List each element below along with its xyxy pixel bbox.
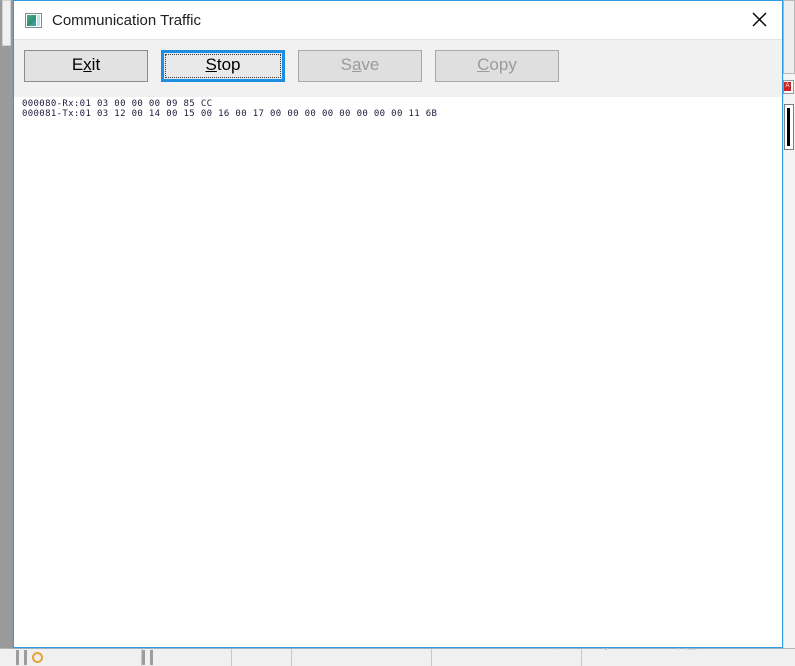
background-status-bar (0, 648, 795, 666)
status-bar-divider (16, 650, 19, 665)
copy-button-accelerator: C (477, 55, 490, 74)
window-icon-stripe (37, 14, 40, 26)
background-right-panel (782, 0, 795, 648)
window-title-bar: Communication Traffic (14, 1, 782, 39)
log-line: 000081-Tx:01 03 12 00 14 00 15 00 16 00 … (22, 109, 438, 119)
background-right-toolbar (783, 0, 795, 74)
status-bar-cell (292, 649, 432, 666)
status-bar-cell (142, 649, 232, 666)
status-bar-cell (232, 649, 292, 666)
communication-traffic-window: Communication Traffic Exit Stop Save Cop… (13, 0, 783, 648)
save-button-label-prefix: S (340, 55, 352, 74)
status-bar-divider (150, 650, 153, 665)
log-line: 000080-Rx:01 03 00 00 00 09 85 CC (22, 99, 213, 109)
stop-button[interactable]: Stop (161, 50, 285, 82)
window-button-bar: Exit Stop Save Copy (14, 39, 782, 98)
copy-button-label-suffix: opy (489, 55, 517, 74)
stop-button-accelerator: S (205, 55, 217, 74)
status-bar-divider (142, 650, 145, 665)
window-title: Communication Traffic (52, 11, 201, 29)
pdf-icon-badge: A (784, 82, 791, 91)
background-document-thumbnail (784, 104, 794, 150)
save-button-accelerator: a (351, 55, 362, 74)
exit-button[interactable]: Exit (24, 50, 148, 82)
status-bar-gear-icon (32, 652, 43, 663)
background-pdf-icon[interactable]: A (783, 80, 794, 94)
save-button-label-suffix: ve (361, 55, 380, 74)
copy-button: Copy (435, 50, 559, 82)
window-icon-screen (27, 14, 36, 26)
status-bar-divider (24, 650, 27, 665)
exit-button-accelerator: x (83, 55, 92, 74)
exit-button-label-prefix: E (71, 55, 84, 74)
stop-button-label-suffix: top (216, 55, 241, 74)
application-window-icon (25, 12, 42, 28)
close-icon[interactable] (736, 1, 782, 38)
exit-button-label-suffix: it (91, 55, 101, 74)
background-left-scrollbar[interactable] (0, 0, 13, 648)
save-button: Save (298, 50, 422, 82)
communication-log-output[interactable]: 000080-Rx:01 03 00 00 00 09 85 CC 000081… (14, 97, 782, 647)
background-document-bar (787, 108, 790, 146)
status-bar-cell (432, 649, 582, 666)
background-left-scrollbar-thumb[interactable] (2, 0, 11, 46)
